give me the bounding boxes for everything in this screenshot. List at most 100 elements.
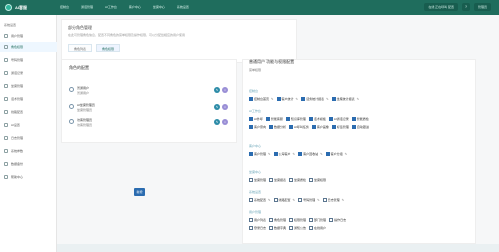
checkbox-icon[interactable] <box>328 117 333 121</box>
edit-icon[interactable]: ✎ <box>271 97 274 101</box>
edit-icon[interactable]: ✎ <box>293 152 296 156</box>
checkbox-item[interactable]: 自动跟进 <box>351 123 369 131</box>
edit-icon[interactable]: ✎ <box>326 97 329 101</box>
sidebar-item-call-records[interactable]: 通话记录 <box>0 68 57 78</box>
checkbox-item[interactable]: 客户管理 ✎ <box>249 150 271 158</box>
sidebar-item-ai-settings[interactable]: AI设置 <box>0 120 57 130</box>
checkbox-icon[interactable] <box>325 152 330 156</box>
edit-icon[interactable]: ✎ <box>345 152 348 156</box>
role-item-agent-admin[interactable]: AI坐席管理员 坐席管理员 ✎ × <box>69 102 228 118</box>
checkbox-icon[interactable] <box>269 178 274 182</box>
checkbox-item[interactable]: 线路配置 ✎ <box>273 196 295 204</box>
checkbox-icon[interactable] <box>249 226 253 230</box>
status-pill[interactable]: 在线 正在呼叫 配置 <box>424 3 458 11</box>
checkbox-icon[interactable] <box>309 226 314 230</box>
sidebar-item-backup[interactable]: 数据备份 <box>0 159 57 169</box>
checkbox-icon[interactable] <box>308 117 313 121</box>
checkbox-icon[interactable] <box>249 97 253 101</box>
checkbox-item[interactable]: 公海客户 ✎ <box>273 150 296 158</box>
edit-icon[interactable]: ✎ <box>320 152 323 156</box>
checkbox-item[interactable]: 坐席管理 <box>249 176 266 184</box>
checkbox-icon[interactable] <box>329 218 334 222</box>
checkbox-item[interactable]: 数据字典 <box>269 224 286 232</box>
checkbox-icon[interactable] <box>249 117 253 121</box>
checkbox-item[interactable]: 登录日志 <box>249 224 266 232</box>
tab-role-permissions[interactable]: 角色权限 <box>96 44 121 52</box>
edit-icon[interactable]: ✎ <box>317 198 320 202</box>
checkbox-icon[interactable] <box>269 125 274 129</box>
checkbox-icon[interactable] <box>351 117 356 121</box>
checkbox-item[interactable]: 用户列表 <box>249 216 266 224</box>
edit-icon[interactable]: ✎ <box>296 97 299 101</box>
sidebar-item-agents[interactable]: 坐席管理 <box>0 81 57 91</box>
checkbox-icon[interactable] <box>249 152 253 156</box>
checkbox-item[interactable]: 智能客服 <box>265 115 283 123</box>
checkbox-item[interactable]: 客户画像 <box>311 123 329 131</box>
nav-calls[interactable]: 通话管理 <box>78 5 96 9</box>
edit-icon[interactable]: ✎ <box>214 104 220 110</box>
checkbox-item[interactable]: AI呼叫任务 <box>289 123 309 131</box>
checkbox-item[interactable]: 日志管理 ✎ <box>322 196 345 204</box>
checkbox-icon[interactable] <box>289 178 294 182</box>
edit-icon[interactable]: ✎ <box>268 198 271 202</box>
radio-icon[interactable] <box>69 87 74 92</box>
sidebar-item-logs[interactable]: 日志管理 <box>0 133 57 143</box>
checkbox-item[interactable]: 标签管理 <box>331 123 349 131</box>
checkbox-icon[interactable] <box>311 125 316 129</box>
checkbox-icon[interactable] <box>249 198 253 202</box>
checkbox-item[interactable]: 坐席质检 <box>289 176 306 184</box>
checkbox-icon[interactable] <box>276 97 281 101</box>
checkbox-item[interactable]: 智能质检 <box>351 115 369 123</box>
checkbox-icon[interactable] <box>265 117 270 121</box>
edit-icon[interactable]: ✎ <box>357 97 360 101</box>
checkbox-icon[interactable] <box>269 226 274 230</box>
checkbox-item[interactable]: 话术模板 <box>308 115 326 123</box>
checkbox-icon[interactable] <box>289 218 294 222</box>
checkbox-icon[interactable] <box>331 125 336 129</box>
checkbox-item[interactable]: 坐席报表 <box>269 176 286 184</box>
checkbox-item[interactable]: 在线用户 <box>309 224 326 232</box>
checkbox-item[interactable]: 通知公告 <box>289 224 306 232</box>
checkbox-item[interactable]: 客户回收站 ✎ <box>298 150 323 158</box>
sidebar-item-help[interactable]: 帮助中心 <box>0 172 57 182</box>
checkbox-item[interactable]: 客户分组 ✎ <box>325 150 348 158</box>
checkbox-item[interactable]: 系统配置 ✎ <box>249 196 271 204</box>
edit-icon[interactable]: ✎ <box>342 198 345 202</box>
sidebar-item-scripts[interactable]: 话术管理 <box>0 94 57 104</box>
checkbox-item[interactable]: 坐席权限 <box>309 176 326 184</box>
checkbox-icon[interactable] <box>351 125 356 129</box>
checkbox-item[interactable]: 权限管理 <box>289 216 306 224</box>
tab-role-list[interactable]: 角色列表 <box>68 44 93 52</box>
checkbox-icon[interactable] <box>309 178 314 182</box>
checkbox-icon[interactable] <box>273 152 278 156</box>
checkbox-item[interactable]: 客户统计 ✎ <box>276 95 299 103</box>
checkbox-item[interactable]: 知识库管理 <box>285 115 306 123</box>
checkbox-item[interactable]: 客户意向 <box>249 123 266 131</box>
nav-system-settings[interactable]: 系统设置 <box>174 5 192 9</box>
checkbox-icon[interactable] <box>269 218 274 222</box>
edit-icon[interactable]: ✎ <box>268 152 271 156</box>
help-icon[interactable]: ? <box>461 3 470 11</box>
checkbox-item[interactable]: 坐席统计报表 ✎ <box>331 95 360 103</box>
checkbox-item[interactable]: 操作日志 <box>329 216 346 224</box>
delete-icon[interactable]: × <box>222 119 228 125</box>
checkbox-item[interactable]: 角色管理 <box>269 216 286 224</box>
sidebar-item-numbers[interactable]: 号码管理 <box>0 55 57 65</box>
sidebar-item-params[interactable]: 系统参数 <box>0 146 57 156</box>
edit-icon[interactable]: ✎ <box>214 87 220 93</box>
checkbox-item[interactable]: 号码管理 ✎ <box>298 196 320 204</box>
checkbox-icon[interactable] <box>249 178 253 182</box>
checkbox-item[interactable]: 部门管理 <box>309 216 326 224</box>
checkbox-icon[interactable] <box>298 152 303 156</box>
checkbox-icon[interactable] <box>331 97 336 101</box>
checkbox-icon[interactable] <box>285 117 290 121</box>
checkbox-icon[interactable] <box>249 125 253 129</box>
checkbox-icon[interactable] <box>322 198 327 202</box>
add-role-button[interactable]: 新增 <box>134 188 145 196</box>
checkbox-item[interactable]: 数据分析 <box>269 123 286 131</box>
checkbox-item[interactable]: 控制台首页 ✎ <box>249 95 274 103</box>
nav-console[interactable]: 控制台 <box>57 5 72 9</box>
checkbox-icon[interactable] <box>273 198 278 202</box>
role-item-normal[interactable]: 普通用户 普通用户 ✎ × <box>69 85 228 101</box>
checkbox-icon[interactable] <box>301 97 306 101</box>
